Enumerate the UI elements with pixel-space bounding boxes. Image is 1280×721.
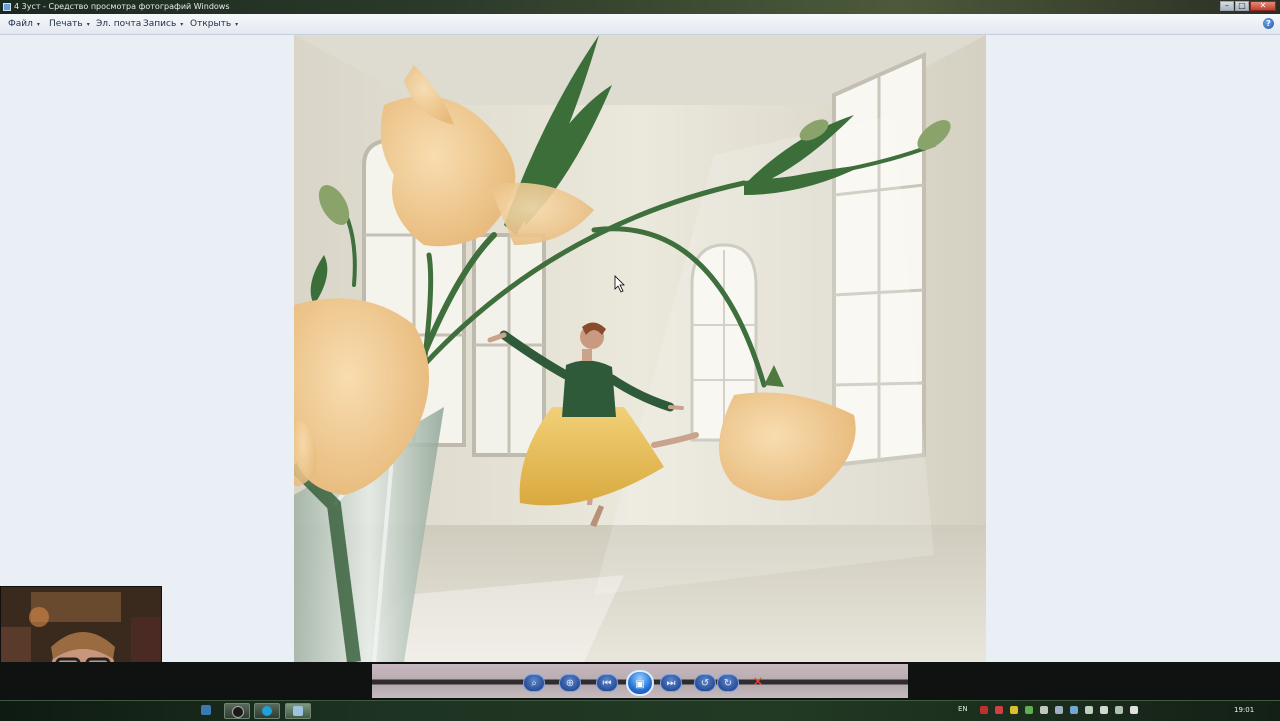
menu-print-label: Печать [49, 19, 83, 29]
actual-size-icon: ⊕ [565, 678, 575, 689]
clipboard-icon[interactable] [1070, 706, 1078, 714]
minimize-button[interactable]: – [1220, 1, 1234, 11]
explorer-button[interactable] [194, 703, 220, 719]
clock[interactable]: 19:01 [1234, 706, 1254, 714]
menu-burn-label: Запись [143, 19, 177, 29]
window-title: 4 3уст - Средство просмотра фотографий W… [14, 2, 230, 11]
displayed-photo [294, 35, 986, 662]
menu-file-label: Файл [8, 19, 33, 29]
close-button[interactable]: ✕ [1250, 1, 1276, 11]
photo-viewer-taskbar-button[interactable] [285, 703, 311, 719]
ballerina-flowers-photo [294, 35, 986, 662]
next-button[interactable]: ⏭ [660, 674, 682, 692]
maximize-button[interactable]: □ [1235, 1, 1249, 11]
power-icon[interactable] [1130, 706, 1138, 714]
display-icon[interactable] [1055, 706, 1063, 714]
rotate-left-icon: ↺ [700, 678, 710, 689]
next-icon: ⏭ [666, 678, 676, 689]
chevron-down-icon: ▾ [86, 21, 90, 28]
taskbar: EN 19:01 [0, 700, 1280, 721]
previous-button[interactable]: ⏮ [596, 674, 618, 692]
image-viewport[interactable] [0, 35, 1280, 662]
update-icon[interactable] [1040, 706, 1048, 714]
menu-open-label: Открыть [190, 19, 232, 29]
battery-icon[interactable] [1115, 706, 1123, 714]
title-bar[interactable]: 4 3уст - Средство просмотра фотографий W… [0, 0, 1280, 14]
language-indicator[interactable]: EN [958, 705, 968, 713]
network-icon[interactable] [1010, 706, 1018, 714]
menu-email[interactable]: Эл. почта [96, 14, 141, 34]
rotate-right-icon: ↻ [723, 678, 733, 689]
menu-email-label: Эл. почта [96, 19, 142, 29]
explorer-icon [201, 705, 211, 715]
skype-button[interactable] [254, 703, 280, 719]
menu-file[interactable]: Файл ▾ [8, 14, 40, 34]
media-player-icon [232, 706, 244, 718]
menu-bar: Файл ▾ Печать ▾ Эл. почта Запись ▾ Открыть ▾… [0, 14, 1280, 35]
menu-open[interactable]: Открыть ▾ [190, 14, 238, 34]
security-icon[interactable] [995, 706, 1003, 714]
chevron-down-icon: ▾ [235, 21, 239, 28]
rotate-left-button[interactable]: ↺ [694, 674, 716, 692]
slideshow-icon: ▣ [635, 679, 645, 690]
zoom-button[interactable]: ⌕ [523, 674, 545, 692]
menu-burn[interactable]: Запись ▾ [143, 14, 183, 34]
menu-print[interactable]: Печать ▾ [49, 14, 90, 34]
zoom-icon: ⌕ [531, 678, 537, 689]
system-tray [980, 706, 1145, 714]
chevron-down-icon: ▾ [180, 21, 184, 28]
slideshow-button[interactable]: ▣ [626, 670, 654, 696]
media-player-button[interactable] [224, 703, 250, 719]
sync-icon[interactable] [1085, 706, 1093, 714]
flag-icon[interactable] [1100, 706, 1108, 714]
photo-viewer-app-icon [3, 3, 11, 11]
opera-icon[interactable] [980, 706, 988, 714]
actual-size-button[interactable]: ⊕ [559, 674, 581, 692]
rotate-right-button[interactable]: ↻ [717, 674, 739, 692]
volume-icon[interactable] [1025, 706, 1033, 714]
photo-viewer-window: 4 3уст - Средство просмотра фотографий W… [0, 0, 1280, 662]
window-controls: – □ ✕ [1219, 1, 1276, 12]
previous-icon: ⏮ [602, 678, 612, 689]
skype-icon [262, 706, 272, 716]
help-icon[interactable]: ? [1263, 18, 1274, 29]
chevron-down-icon: ▾ [36, 21, 40, 28]
delete-icon: ✕ [752, 675, 764, 690]
photo-viewer-icon [293, 706, 303, 716]
delete-button[interactable]: ✕ [747, 674, 769, 692]
